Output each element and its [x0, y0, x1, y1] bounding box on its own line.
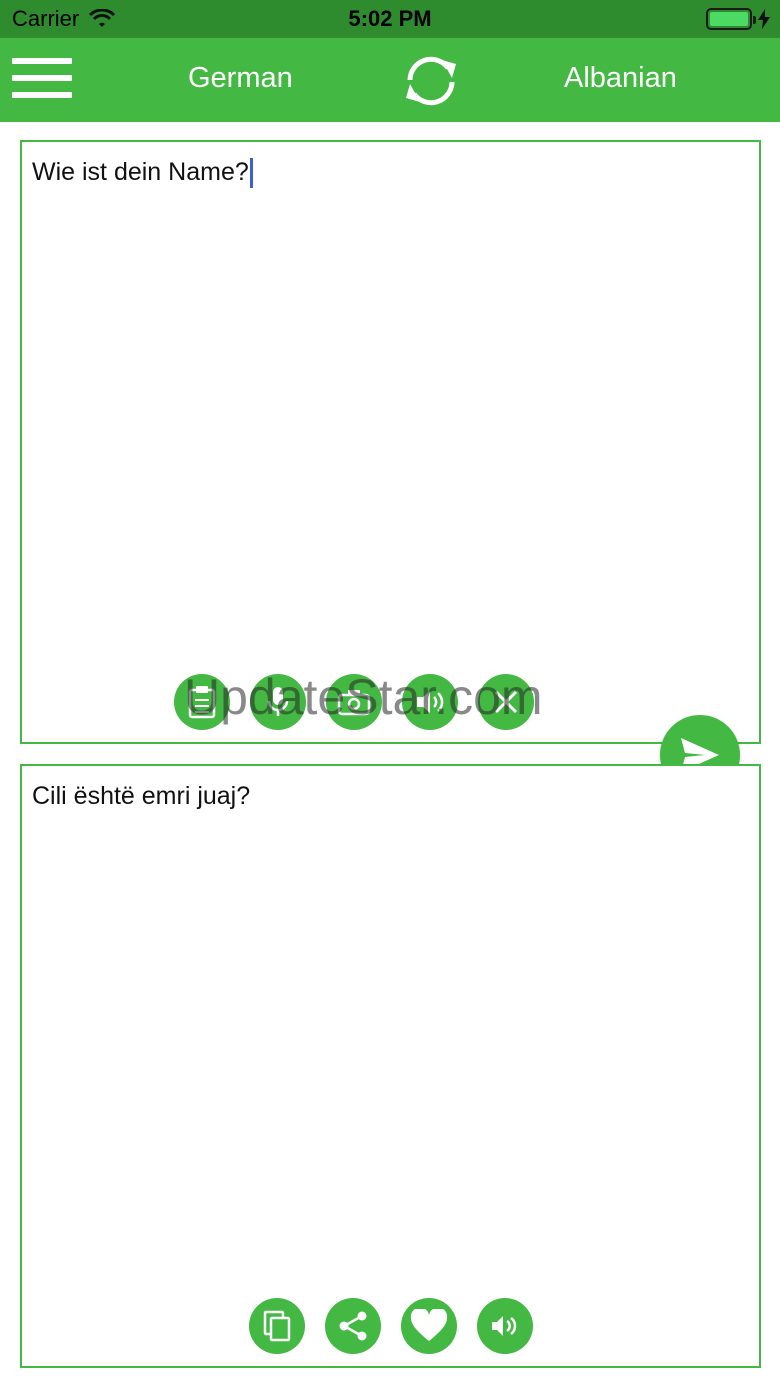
- camera-button[interactable]: [326, 674, 382, 730]
- clear-button[interactable]: [478, 674, 534, 730]
- app-toolbar: German Albanian: [0, 38, 780, 122]
- speaker-icon: [492, 1316, 517, 1336]
- target-actions: [249, 1298, 533, 1354]
- swap-languages-icon[interactable]: [398, 50, 464, 112]
- source-language-selector[interactable]: German: [188, 62, 293, 95]
- voice-input-button[interactable]: [250, 674, 306, 730]
- share-icon: [339, 1311, 367, 1341]
- clear-icon: [494, 690, 518, 714]
- source-text-input[interactable]: Wie ist dein Name?: [32, 158, 253, 189]
- source-text-panel[interactable]: Wie ist dein Name?: [20, 140, 761, 744]
- favorite-button[interactable]: [401, 1298, 457, 1354]
- target-language-selector[interactable]: Albanian: [564, 62, 677, 95]
- status-bar: Carrier 5:02 PM: [0, 0, 780, 38]
- target-text-panel: Cili është emri juaj?: [20, 764, 761, 1368]
- share-button[interactable]: [325, 1298, 381, 1354]
- speak-icon: [417, 691, 444, 713]
- speak-source-button[interactable]: [402, 674, 458, 730]
- heart-icon: [410, 1309, 448, 1341]
- status-time: 5:02 PM: [348, 6, 432, 31]
- copy-button[interactable]: [249, 1298, 305, 1354]
- target-text: Cili është emri juaj?: [32, 782, 251, 810]
- battery-icon: [706, 8, 756, 30]
- menu-icon[interactable]: [12, 58, 72, 102]
- source-actions: [174, 674, 534, 730]
- speak-target-button[interactable]: [477, 1298, 533, 1354]
- clipboard-icon: [188, 686, 216, 719]
- status-right: [706, 8, 770, 30]
- camera-icon: [337, 690, 371, 716]
- paste-button[interactable]: [174, 674, 230, 730]
- microphone-icon: [267, 687, 289, 716]
- copy-icon: [263, 1310, 291, 1342]
- source-text: Wie ist dein Name?: [32, 158, 249, 186]
- charging-icon: [758, 9, 770, 29]
- text-caret: [249, 158, 253, 189]
